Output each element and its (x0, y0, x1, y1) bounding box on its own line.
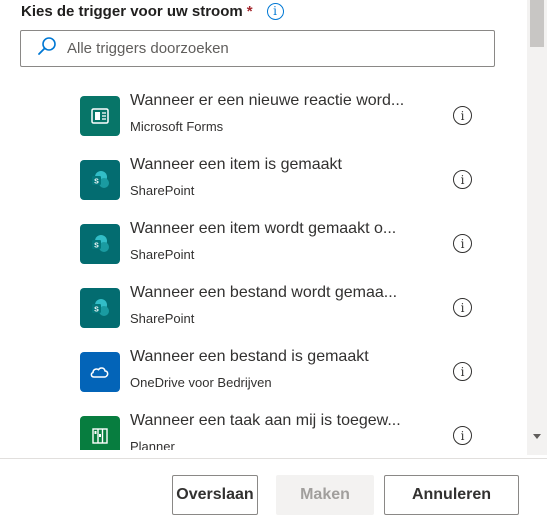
trigger-item[interactable]: Wanneer een taak aan mij is toegew... Pl… (80, 404, 500, 450)
trigger-connector: Planner (130, 439, 175, 450)
forms-icon (80, 96, 120, 136)
onedrive-icon (80, 352, 120, 392)
dialog-header: Kies de trigger voor uw stroom * i (21, 0, 284, 22)
info-icon[interactable]: i (453, 426, 472, 445)
sharepoint-icon: S (80, 160, 120, 200)
trigger-title: Wanneer een bestand wordt gemaa... (130, 284, 398, 301)
trigger-connector: SharePoint (130, 247, 195, 262)
svg-text:S: S (94, 178, 99, 185)
trigger-item[interactable]: Wanneer een bestand is gemaakt OneDrive … (80, 340, 500, 404)
trigger-item[interactable]: S Wanneer een item is gemaakt SharePoint… (80, 148, 500, 212)
trigger-connector: Microsoft Forms (130, 119, 224, 134)
trigger-item[interactable]: S Wanneer een bestand wordt gemaa... Sha… (80, 276, 500, 340)
trigger-list: Wanneer er een nieuwe reactie word... Mi… (0, 84, 527, 450)
trigger-title: Wanneer een bestand is gemaakt (130, 348, 369, 365)
planner-icon (80, 416, 120, 450)
cancel-button[interactable]: Annuleren (384, 475, 519, 515)
svg-text:S: S (94, 242, 99, 249)
trigger-title: Wanneer een item is gemaakt (130, 156, 342, 173)
info-icon[interactable]: i (453, 106, 472, 125)
trigger-item[interactable]: Wanneer er een nieuwe reactie word... Mi… (80, 84, 500, 148)
scroll-down-arrow-icon[interactable] (533, 434, 541, 439)
info-icon[interactable]: i (453, 362, 472, 381)
trigger-connector: SharePoint (130, 311, 195, 326)
skip-button[interactable]: Overslaan (172, 475, 258, 515)
search-placeholder: Alle triggers doorzoeken (67, 40, 229, 57)
page-title: Kies de trigger voor uw stroom (21, 2, 243, 20)
trigger-title: Wanneer een taak aan mij is toegew... (130, 412, 401, 429)
trigger-item[interactable]: S Wanneer een item wordt gemaakt o... Sh… (80, 212, 500, 276)
svg-text:S: S (94, 306, 99, 313)
trigger-connector: OneDrive voor Bedrijven (130, 375, 272, 390)
info-icon[interactable]: i (453, 234, 472, 253)
info-icon[interactable]: i (266, 2, 284, 20)
scrollbar-thumb[interactable] (530, 0, 544, 47)
info-icon[interactable]: i (453, 298, 472, 317)
info-icon[interactable]: i (453, 170, 472, 189)
trigger-title: Wanneer een item wordt gemaakt o... (130, 220, 397, 237)
search-icon (37, 36, 57, 61)
sharepoint-icon: S (80, 224, 120, 264)
required-marker: * (246, 2, 253, 20)
footer-divider (0, 458, 547, 459)
trigger-title: Wanneer er een nieuwe reactie word... (130, 92, 405, 109)
trigger-connector: SharePoint (130, 183, 195, 198)
sharepoint-icon: S (80, 288, 120, 328)
search-input[interactable]: Alle triggers doorzoeken (20, 30, 495, 67)
create-button[interactable]: Maken (276, 475, 374, 515)
scrollbar[interactable] (527, 0, 547, 455)
